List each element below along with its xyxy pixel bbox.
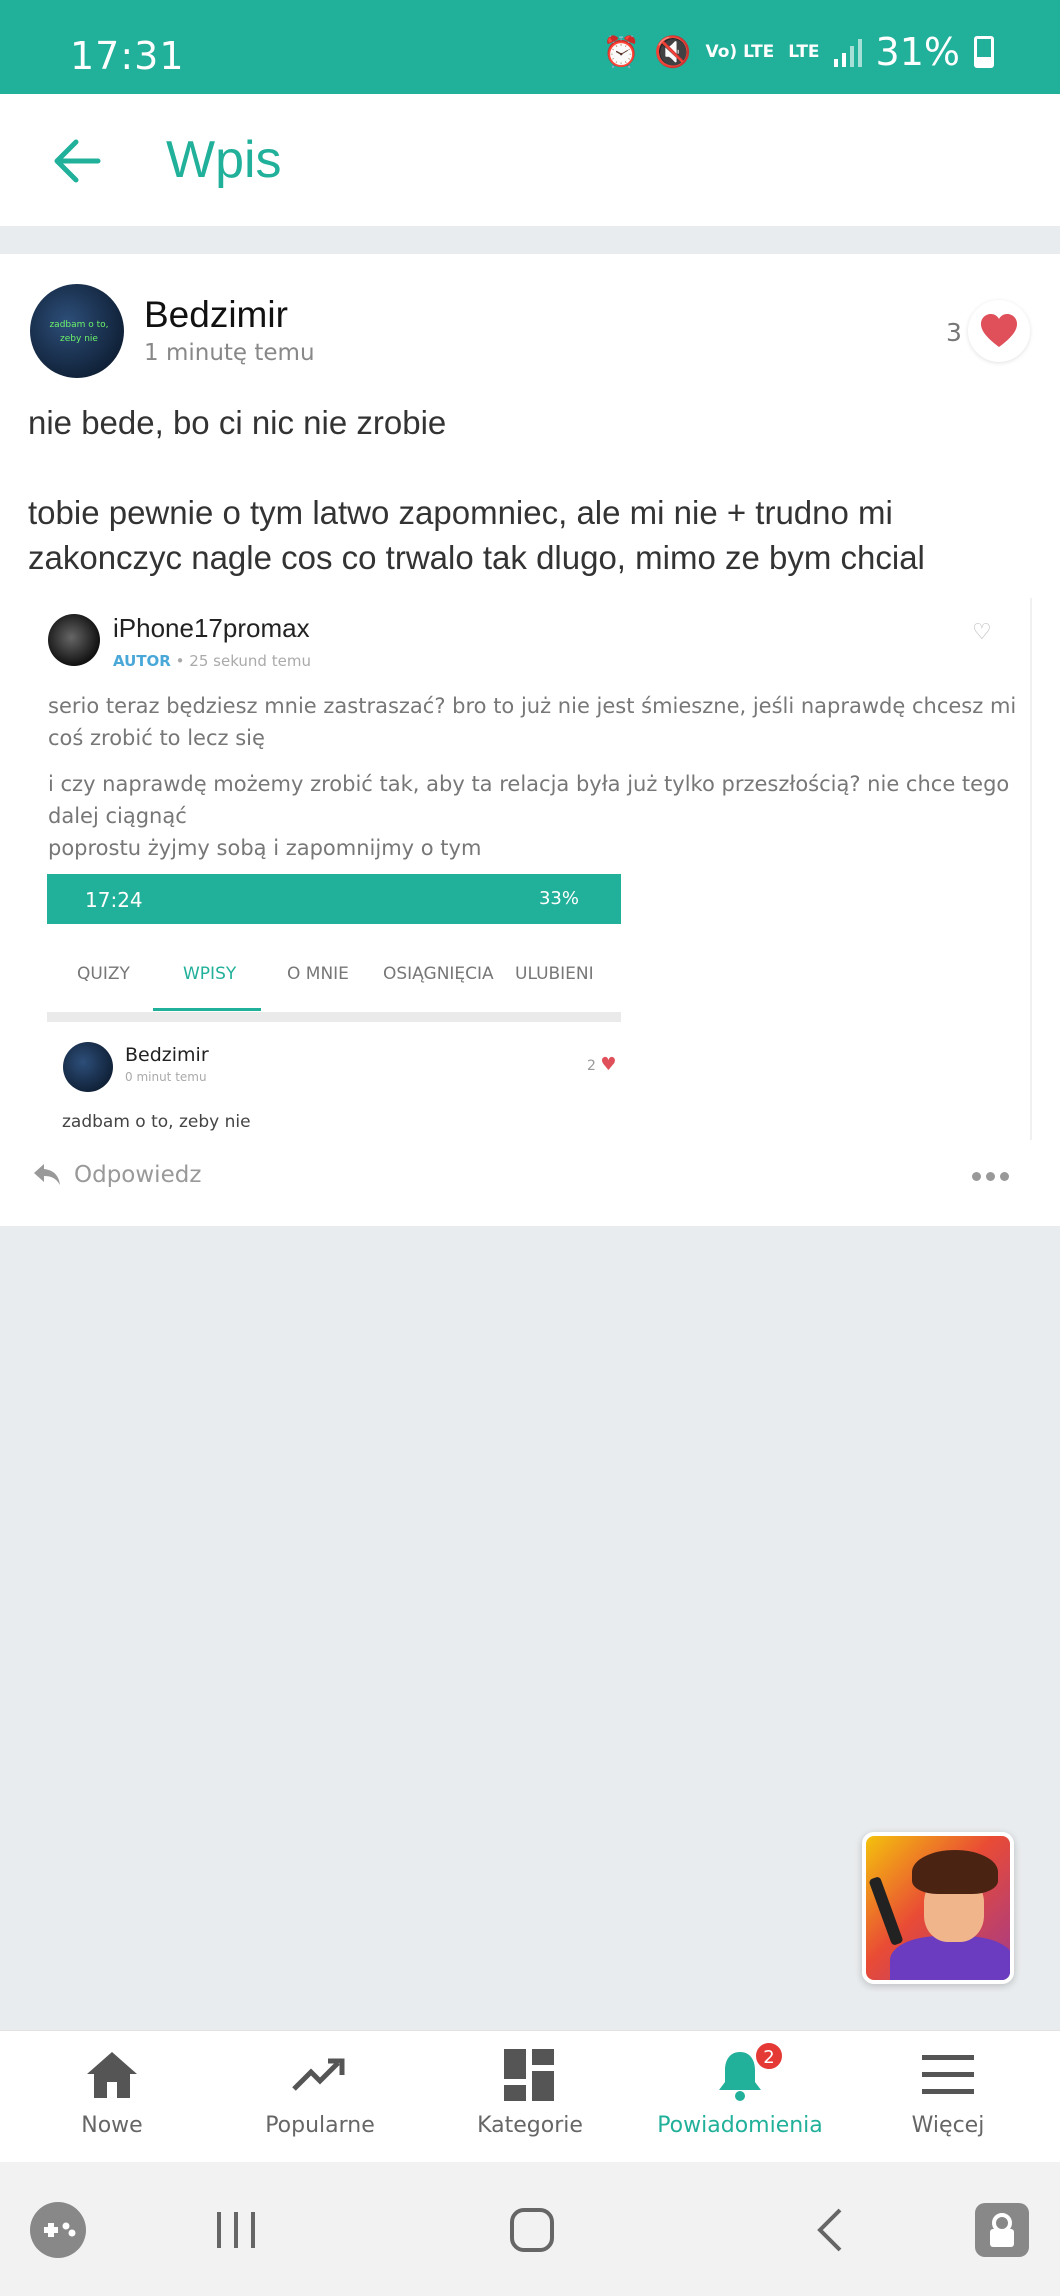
post-author[interactable]: Bedzimir (144, 294, 288, 336)
inner-time: 0 minut temu (125, 1070, 207, 1084)
nav-item-wiecej[interactable]: Więcej (842, 2031, 1054, 2163)
embedded-paragraph: i czy naprawdę możemy zrobić tak, aby ta… (48, 772, 1010, 860)
menu-icon (920, 2047, 976, 2103)
inner-status-bar: 17:24 33% (47, 874, 621, 924)
game-launcher-icon[interactable] (28, 2200, 88, 2260)
embedded-text: serio teraz będziesz mnie zastraszać? br… (48, 690, 1028, 878)
battery-icon (974, 36, 994, 68)
inner-tabs: QUIZY WPISY O MNIE OSIĄGNIĘCIA ULUBIENI (47, 924, 621, 1022)
avatar-text: zadbam o to, zeby nie (49, 320, 109, 344)
inner-tab-underline (153, 1008, 261, 1011)
system-back-icon[interactable] (800, 2200, 860, 2260)
inner-author: Bedzimir (125, 1044, 209, 1066)
signal-icon (833, 39, 862, 67)
inner-like-count: 2 (587, 1058, 596, 1074)
lte-indicator: LTE (788, 41, 820, 62)
inner-tab-ulubieni: ULUBIENI (515, 964, 594, 984)
post-paragraph: nie bede, bo ci nic nie zrobie (28, 404, 447, 441)
battery-percent: 31% (875, 30, 960, 74)
embedded-heart-icon: ♡ (972, 620, 992, 645)
app-bar: Wpis (0, 94, 1060, 226)
inner-tab-osiagniecia: OSIĄGNIĘCIA (383, 964, 494, 984)
nav-item-powiadomienia[interactable]: 2 Powiadomienia (634, 2031, 846, 2163)
embedded-meta: AUTOR • 25 sekund temu (113, 652, 311, 670)
notification-badge: 2 (754, 2041, 784, 2071)
post-paragraph: tobie pewnie o tym latwo zapomniec, ale … (28, 494, 925, 576)
nav-label: Nowe (81, 2113, 143, 2138)
page-title: Wpis (166, 131, 282, 189)
volte-indicator: Vo) LTE (705, 41, 775, 62)
nav-label: Powiadomienia (657, 2113, 823, 2138)
recent-apps-icon[interactable] (206, 2200, 266, 2260)
home-icon (84, 2047, 140, 2103)
accessibility-lock-icon[interactable] (972, 2200, 1032, 2260)
heart-icon (981, 314, 1017, 347)
bottom-navigation: Nowe Popularne Kategorie 2 Powiadomienia… (0, 2030, 1060, 2162)
back-arrow-icon[interactable] (52, 138, 102, 184)
nav-item-nowe[interactable]: Nowe (6, 2031, 218, 2163)
trending-icon (292, 2047, 348, 2103)
status-icons: ⏰ 🔇 Vo) LTE LTE 31% (603, 30, 994, 74)
post-time: 1 minutę temu (144, 340, 315, 366)
status-time: 17:31 (70, 34, 185, 78)
like-count: 3 (946, 318, 962, 347)
more-options-icon[interactable] (972, 1172, 1009, 1181)
nav-item-popularne[interactable]: Popularne (214, 2031, 426, 2163)
inner-tab-wpisy: WPISY (183, 964, 237, 984)
post-card: zadbam o to, zeby nie Bedzimir 1 minutę … (0, 254, 1060, 1226)
embedded-paragraph: serio teraz będziesz mnie zastraszać? br… (48, 694, 1017, 750)
mute-icon: 🔇 (654, 34, 692, 70)
system-navigation-bar (0, 2162, 1060, 2296)
inner-avatar (63, 1042, 113, 1092)
reply-label: Odpowiedz (74, 1162, 202, 1188)
grid-icon (502, 2047, 558, 2103)
inner-post-text: zadbam o to, zeby nie (62, 1112, 251, 1132)
reply-button[interactable]: Odpowiedz (32, 1162, 201, 1188)
embedded-time: 25 sekund temu (189, 652, 311, 670)
inner-heart-icon: ♥ (600, 1054, 617, 1075)
nav-label: Popularne (265, 2113, 375, 2138)
inner-post: Bedzimir 0 minut temu 2 ♥ (47, 1030, 621, 1100)
inner-status-battery: 33% (538, 888, 579, 909)
nav-item-kategorie[interactable]: Kategorie (424, 2031, 636, 2163)
meta-separator: • (175, 652, 185, 670)
inner-like: 2 ♥ (587, 1054, 617, 1075)
author-avatar[interactable]: zadbam o to, zeby nie (30, 284, 124, 378)
nav-label: Kategorie (477, 2113, 583, 2138)
post-body: nie bede, bo ci nic nie zrobie tobie pew… (28, 400, 1038, 625)
nav-label: Więcej (911, 2113, 985, 2138)
alarm-icon: ⏰ (602, 34, 641, 70)
embedded-author-avatar (48, 614, 100, 666)
reply-icon (34, 1164, 60, 1185)
status-bar: 17:31 ⏰ 🔇 Vo) LTE LTE 31% (0, 0, 1060, 94)
author-role-badge: AUTOR (113, 652, 171, 670)
inner-tab-o-mnie: O MNIE (287, 964, 349, 984)
home-button-icon[interactable] (502, 2200, 562, 2260)
inner-status-time: 17:24 (85, 888, 143, 912)
floating-promo-avatar[interactable] (862, 1832, 1014, 1984)
like-button[interactable] (968, 300, 1030, 362)
inner-tab-quizy: QUIZY (77, 964, 130, 984)
embedded-author: iPhone17promax (113, 613, 310, 643)
